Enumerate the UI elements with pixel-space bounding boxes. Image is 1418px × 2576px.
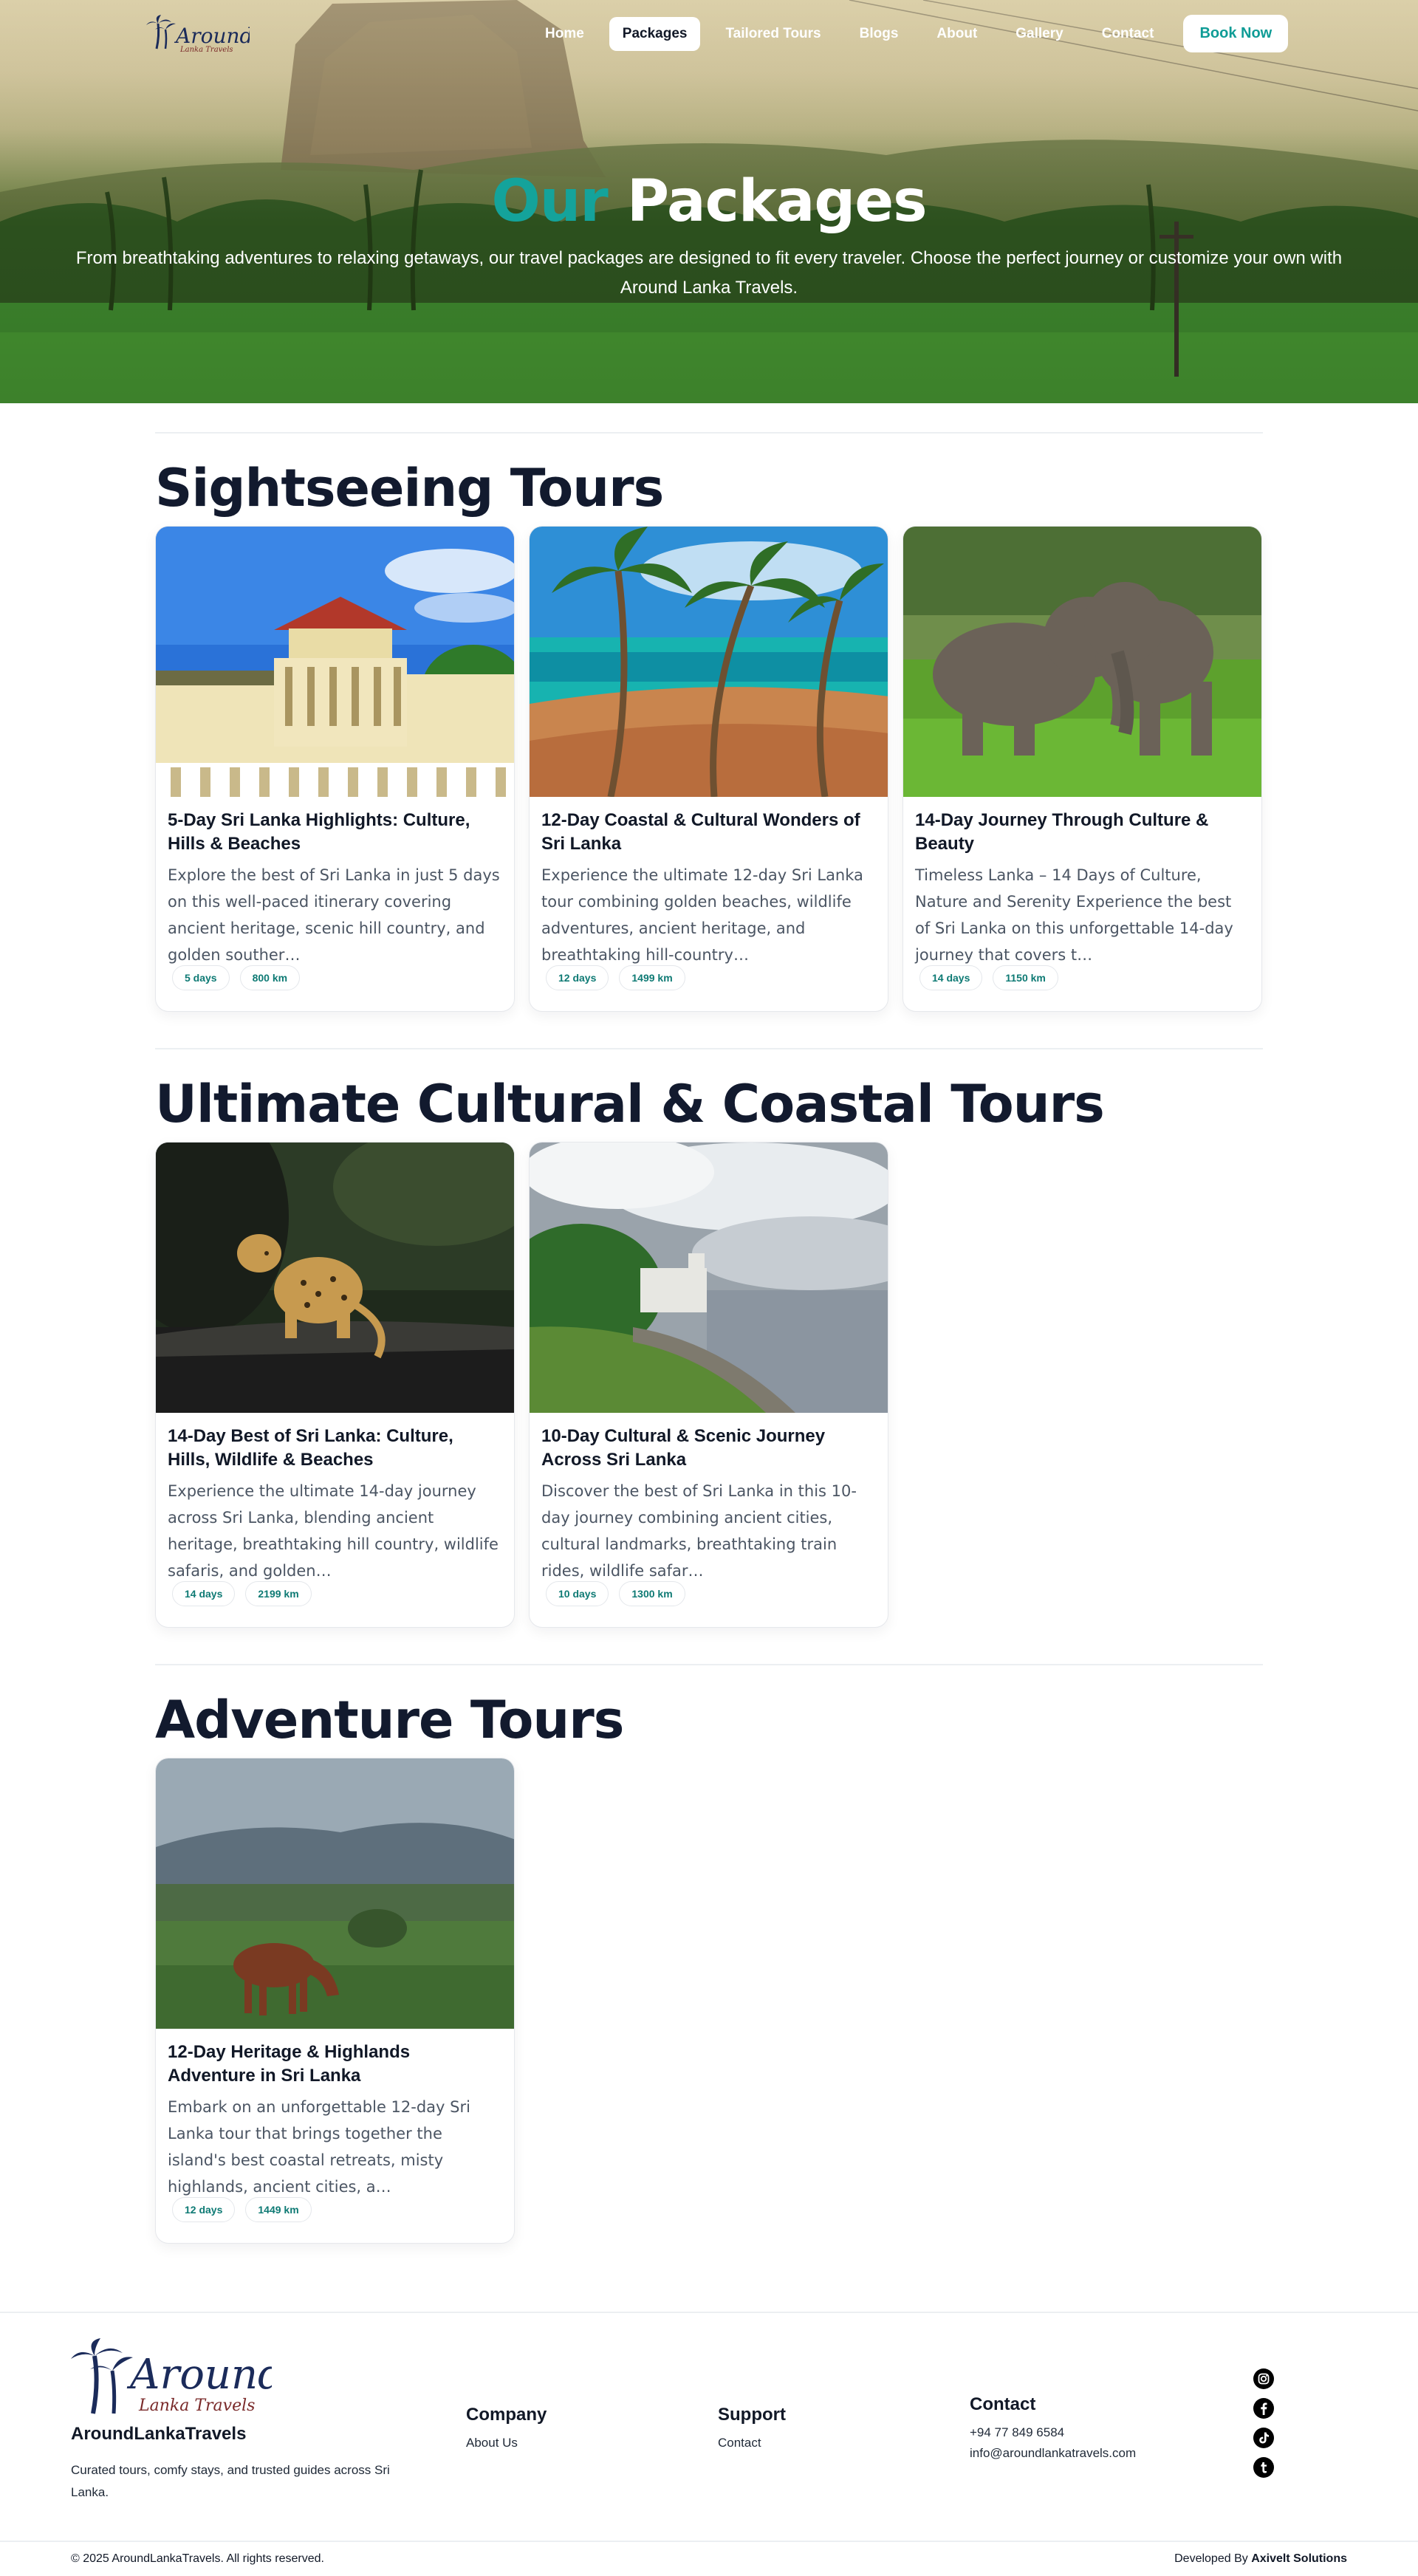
developer-credit: Developed By Axivelt Solutions (1174, 2552, 1347, 2566)
package-image-beach[interactable] (530, 527, 888, 797)
package-card[interactable]: 5-Day Sri Lanka Highlights: Culture, Hil… (155, 526, 515, 1012)
section-divider (155, 1664, 1263, 1665)
footer-link-about-us[interactable]: About Us (466, 2436, 518, 2450)
section-title: Adventure Tours (155, 1690, 624, 1750)
package-image-horse[interactable] (156, 1758, 514, 2029)
package-card[interactable]: 12-Day Heritage & Highlands Adventure in… (155, 1758, 515, 2244)
developed-by-label: Developed By (1174, 2552, 1248, 2565)
package-title[interactable]: 10-Day Cultural & Scenic Journey Across … (541, 1425, 874, 1472)
book-now-button[interactable]: Book Now (1183, 15, 1289, 52)
package-description: Timeless Lanka – 14 Days of Culture, Nat… (915, 866, 1233, 964)
package-description: Experience the ultimate 12-day Sri Lanka… (541, 866, 863, 964)
section-divider (155, 1048, 1263, 1049)
logo-wordmark: Around (174, 24, 250, 48)
tumblr-icon[interactable] (1253, 2457, 1274, 2478)
page-title-accent: Our (491, 168, 608, 235)
distance-chip: 2199 km (245, 1581, 312, 1606)
footer-phone[interactable]: +94 77 849 6584 (970, 2425, 1064, 2440)
nav-link-home[interactable]: Home (532, 17, 597, 51)
logo-subtext: Lanka Travels (179, 46, 233, 54)
footer-logo-subtext: Lanka Travels (138, 2397, 255, 2415)
package-image-temple[interactable] (156, 527, 514, 797)
footer-link-contact[interactable]: Contact (718, 2436, 761, 2450)
distance-chip: 1150 km (993, 965, 1058, 990)
footer-contact-heading: Contact (970, 2394, 1036, 2414)
instagram-icon[interactable] (1253, 2368, 1274, 2389)
nav-link-about[interactable]: About (923, 17, 990, 51)
footer-email[interactable]: info@aroundlankatravels.com (970, 2446, 1136, 2461)
page-title: Our Packages (0, 168, 1418, 235)
package-description: Embark on an unforgettable 12-day Sri La… (168, 2098, 470, 2196)
footer-logo-wordmark: Around (126, 2351, 272, 2399)
section-title: Ultimate Cultural & Coastal Tours (155, 1074, 1105, 1134)
hero-subtitle: From breathtaking adventures to relaxing… (75, 248, 1343, 298)
duration-chip: 14 days (919, 965, 983, 990)
footer-brand-name: AroundLankaTravels (71, 2424, 247, 2444)
copyright-text: © 2025 AroundLankaTravels. All rights re… (71, 2552, 324, 2565)
footer-tagline: Curated tours, comfy stays, and trusted … (71, 2463, 390, 2499)
duration-chip: 12 days (172, 2197, 236, 2222)
package-title[interactable]: 12-Day Heritage & Highlands Adventure in… (168, 2041, 500, 2088)
package-description: Explore the best of Sri Lanka in just 5 … (168, 866, 500, 964)
package-meta: 14 days 1150 km (919, 965, 1058, 990)
package-title[interactable]: 14-Day Journey Through Culture & Beauty (915, 809, 1247, 856)
package-card[interactable]: 12-Day Coastal & Cultural Wonders of Sri… (529, 526, 888, 1012)
distance-chip: 800 km (239, 965, 301, 990)
duration-chip: 14 days (172, 1581, 236, 1606)
section-divider (155, 432, 1263, 434)
package-meta: 12 days 1499 km (546, 965, 685, 990)
top-navigation: Around Lanka Travels Home Packages Tailore… (0, 13, 1418, 55)
nav-links: Home Packages Tailored Tours Blogs About Gall… (532, 15, 1289, 52)
nav-link-contact[interactable]: Contact (1089, 17, 1168, 51)
nav-link-blogs[interactable]: Blogs (846, 17, 912, 51)
section-title: Sightseeing Tours (155, 458, 664, 518)
package-meta: 10 days 1300 km (546, 1581, 685, 1606)
facebook-icon[interactable] (1253, 2398, 1274, 2419)
tiktok-icon[interactable] (1253, 2428, 1274, 2448)
package-description: Experience the ultimate 14-day journey a… (168, 1482, 499, 1580)
footer-bottom-divider (0, 2541, 1418, 2542)
nav-link-gallery[interactable]: Gallery (1002, 17, 1076, 51)
package-card[interactable]: 14-Day Journey Through Culture & Beauty T… (902, 526, 1262, 1012)
distance-chip: 1449 km (245, 2197, 312, 2222)
duration-chip: 10 days (546, 1581, 609, 1606)
package-meta: 14 days 2199 km (172, 1581, 312, 1606)
package-description: Discover the best of Sri Lanka in this 1… (541, 1482, 857, 1580)
duration-chip: 5 days (172, 965, 230, 990)
hero-banner: Around Lanka Travels Home Packages Tailore… (0, 0, 1418, 403)
footer-logo[interactable]: Around Lanka Travels (71, 2337, 272, 2419)
package-meta: 5 days 800 km (172, 965, 301, 990)
package-title[interactable]: 12-Day Coastal & Cultural Wonders of Sri… (541, 809, 874, 856)
nav-link-packages[interactable]: Packages (609, 16, 701, 51)
footer-divider (0, 2312, 1418, 2313)
page-title-main: Packages (626, 168, 928, 235)
package-image-elephants[interactable] (903, 527, 1261, 797)
package-title[interactable]: 14-Day Best of Sri Lanka: Culture, Hills… (168, 1425, 500, 1472)
site-logo[interactable]: Around Lanka Travels (146, 13, 250, 55)
package-card[interactable]: 10-Day Cultural & Scenic Journey Across … (529, 1142, 888, 1628)
distance-chip: 1499 km (619, 965, 685, 990)
distance-chip: 1300 km (619, 1581, 685, 1606)
duration-chip: 12 days (546, 965, 609, 990)
nav-link-tailored-tours[interactable]: Tailored Tours (712, 17, 834, 51)
developer-link[interactable]: Axivelt Solutions (1251, 2552, 1347, 2565)
package-card[interactable]: 14-Day Best of Sri Lanka: Culture, Hills… (155, 1142, 515, 1628)
package-image-fort[interactable] (530, 1143, 888, 1413)
footer-support-heading: Support (718, 2405, 786, 2425)
footer-company-heading: Company (466, 2405, 547, 2425)
package-image-leopard[interactable] (156, 1143, 514, 1413)
package-meta: 12 days 1449 km (172, 2197, 312, 2222)
package-title[interactable]: 5-Day Sri Lanka Highlights: Culture, Hil… (168, 809, 500, 856)
